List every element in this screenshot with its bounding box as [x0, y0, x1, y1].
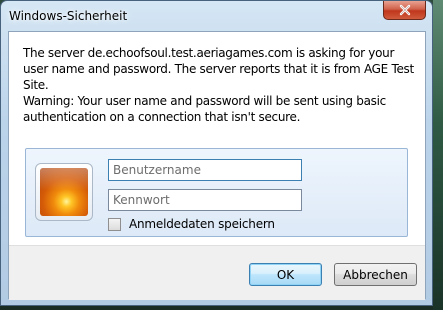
- cancel-button[interactable]: Abbrechen: [334, 263, 417, 286]
- ok-button[interactable]: OK: [249, 263, 322, 286]
- dialog-content: The server de.echoofsoul.test.aeriagames…: [8, 31, 426, 300]
- password-input[interactable]: [108, 189, 302, 211]
- window-title: Windows-Sicherheit: [9, 9, 128, 23]
- remember-label: Anmeldedaten speichern: [129, 217, 275, 231]
- desktop-background: [433, 0, 443, 310]
- flower-avatar-icon: [35, 163, 93, 221]
- server-message: The server de.echoofsoul.test.aeriagames…: [23, 46, 414, 92]
- remember-checkbox[interactable]: [108, 217, 121, 231]
- remember-credentials[interactable]: Anmeldedaten speichern: [108, 216, 275, 232]
- close-button[interactable]: [383, 1, 426, 20]
- title-bar[interactable]: Windows-Sicherheit: [1, 1, 432, 31]
- close-icon: [399, 4, 410, 16]
- taskbar-edge: [0, 306, 433, 310]
- security-dialog: Windows-Sicherheit The server de.echoofs…: [0, 0, 433, 306]
- credential-tile: Anmeldedaten speichern: [25, 148, 408, 237]
- security-warning: Warning: Your user name and password wil…: [23, 94, 386, 124]
- avatar-image: [40, 168, 88, 216]
- button-bar: OK Abbrechen: [9, 245, 425, 300]
- username-input[interactable]: [108, 159, 302, 181]
